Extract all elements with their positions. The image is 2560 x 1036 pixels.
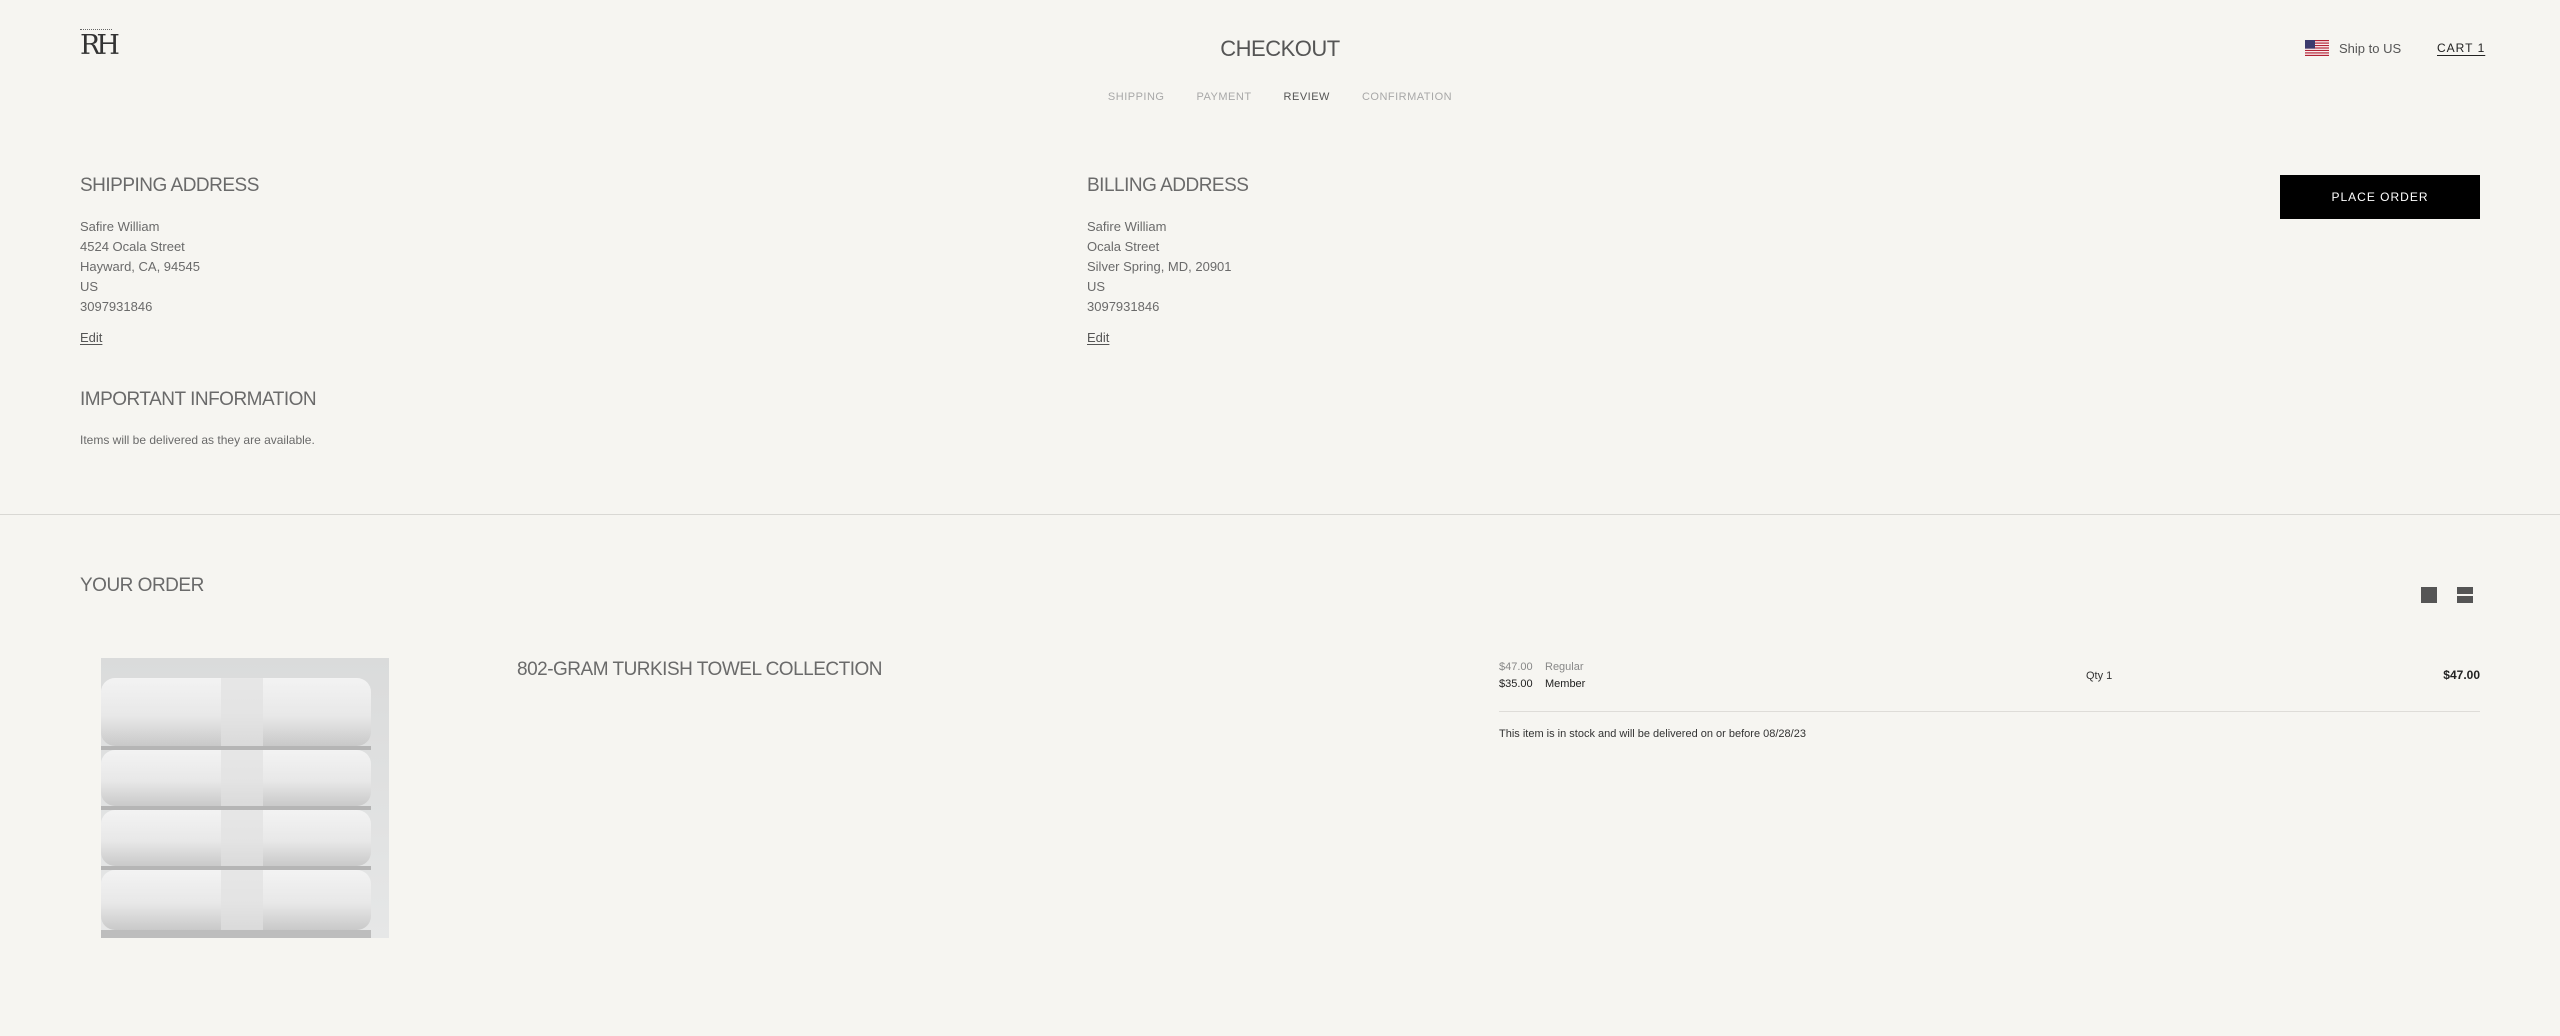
ship-to-selector[interactable]: Ship to US [2305,38,2401,58]
logo-monogram: RH [80,30,120,61]
billing-phone: 3097931846 [1087,299,1160,314]
billing-address-heading: BILLING ADDRESS [1087,175,1249,196]
regular-price-label: Regular [1545,661,1584,673]
billing-name: Safire William [1087,219,1167,234]
shipping-phone: 3097931846 [80,299,153,314]
rh-logo[interactable]: RH [80,29,120,61]
step-shipping[interactable]: SHIPPING [1108,89,1165,105]
regular-price: $47.00 [1499,661,1533,673]
important-info-text: Items will be delivered as they are avai… [80,433,315,447]
section-divider [0,514,2560,515]
member-price-label: Member [1545,678,1586,690]
order-line-divider [1499,711,2480,712]
step-payment[interactable]: PAYMENT [1197,89,1252,105]
shipping-street: 4524 Ocala Street [80,239,185,254]
checkout-steps: SHIPPING PAYMENT REVIEW CONFIRMATION [0,89,2560,105]
ship-to-label: Ship to US [2339,40,2402,56]
regular-price-row: $47.00 Regular [1499,659,1584,675]
your-order-heading: YOUR ORDER [80,575,204,596]
member-price: $35.00 [1499,678,1533,690]
shipping-city: Hayward, CA, 94545 [80,259,200,274]
shipping-name: Safire William [80,219,160,234]
item-total: $47.00 [2443,668,2480,682]
place-order-button[interactable]: PLACE ORDER [2280,175,2480,219]
view-toggle [2421,587,2473,603]
billing-city: Silver Spring, MD, 20901 [1087,259,1232,274]
billing-address: Safire William Ocala Street Silver Sprin… [1087,217,1232,317]
shipping-address-heading: SHIPPING ADDRESS [80,175,259,196]
cart-link[interactable]: CART 1 [2437,40,2485,56]
important-info-heading: IMPORTANT INFORMATION [80,389,317,410]
billing-street: Ocala Street [1087,239,1160,254]
member-price-row: $35.00 Member [1499,676,1585,692]
step-review: REVIEW [1283,91,1330,103]
towel-stack-image[interactable] [101,658,389,938]
us-flag-icon [2305,40,2329,56]
list-view-icon[interactable] [2457,587,2473,603]
billing-country: US [1087,279,1106,294]
grid-view-icon[interactable] [2421,587,2437,603]
shipping-address: Safire William 4524 Ocala Street Hayward… [80,217,200,317]
edit-shipping-link[interactable]: Edit [80,330,102,346]
product-name[interactable]: 802-GRAM TURKISH TOWEL COLLECTION [517,658,883,682]
page-title: CHECKOUT [1220,36,1340,61]
item-quantity: Qty 1 [2086,670,2113,682]
edit-billing-link[interactable]: Edit [1087,330,1109,346]
shipping-country: US [80,279,99,294]
step-confirmation: CONFIRMATION [1361,91,1453,103]
stock-message: This item is in stock and will be delive… [1499,728,1806,740]
